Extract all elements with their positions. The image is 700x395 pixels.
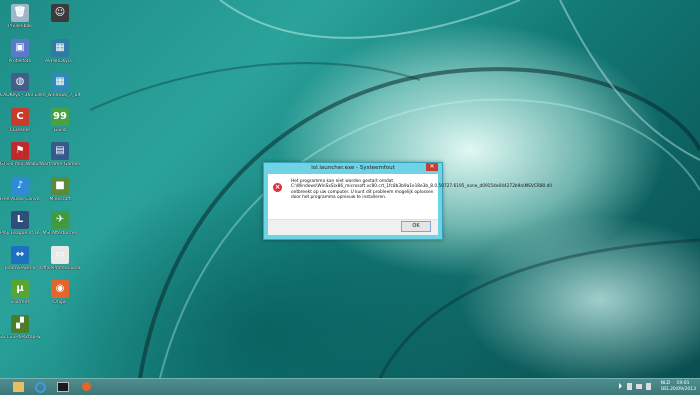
taskbar-internet-explorer-button[interactable] [30, 380, 50, 394]
desktop-icon[interactable]: C CCleaner [0, 107, 40, 133]
input-language-indicator[interactable]: NLD BEL [661, 381, 670, 392]
internet-explorer-icon [34, 382, 46, 393]
dialog-footer: OK [268, 219, 438, 235]
desktop-icon[interactable]: ☺ [40, 4, 80, 24]
desktop-icon-label: CADKeys - 360 Electrical sch... [0, 93, 40, 98]
desktop-icon-image: 🗑 [11, 4, 29, 22]
desktop-icon-image: L [11, 211, 29, 229]
desktop-wallpaper: 🗑 Prullenbak ☺ ▣ Profielfoto ▦ AVPaRDkyu... ◍ CA… [0, 0, 700, 378]
desktop-icon-label: Play League of Legends [0, 231, 40, 236]
desktop-icon[interactable]: ⚑ GTS-0 mini Wallpaper... [0, 142, 40, 167]
dialog-title[interactable]: lol.launcher.exe - Systeemfout [264, 163, 442, 174]
desktop-icon[interactable]: ◉ Origin [40, 280, 80, 305]
desktop-icon[interactable]: ▣ Profielfoto [0, 38, 40, 64]
error-message: Het programma kan niet worden gestart om… [291, 179, 552, 200]
desktop-icon[interactable]: ▦ AVPaRDkyu... [40, 38, 80, 64]
desktop-icon-image: ▦ [51, 73, 69, 91]
desktop-icon-image: ▣ [11, 38, 29, 57]
desktop-icon[interactable]: L Play League of Legends [0, 211, 40, 236]
desktop-icon-label: GTS-0 mini Wallpaper... [0, 162, 40, 167]
desktop-icon-label: en_windows_7_ultim... [40, 93, 80, 98]
desktop-icon-label: 327.23-desktop-w... [0, 334, 40, 340]
desktop-icon-label: Free Audio Converter [0, 196, 40, 202]
dialog-body: × Het programma kan niet worden gestart … [268, 174, 552, 235]
desktop-icon-image: ♪ [11, 176, 29, 195]
desktop-icon-image: ▦ [51, 38, 69, 57]
desktop-icon-image: ◍ [11, 73, 29, 91]
desktop-icon[interactable]: 🗑 Prullenbak [0, 4, 40, 29]
desktop-icon-image: ⚑ [11, 142, 29, 160]
desktop-icon-image: ↔ [11, 245, 29, 264]
desktop-icon-image: ◉ [51, 280, 69, 298]
desktop-icon[interactable]: ◍ CADKeys - 360 Electrical sch... [0, 73, 40, 98]
desktop-icon[interactable]: ↔ TeamViewer 8 [0, 245, 40, 271]
ok-button[interactable]: OK [401, 221, 431, 232]
speaker-icon[interactable] [646, 383, 651, 390]
clock-date: 20/09/2013 [670, 386, 696, 392]
desktop-icon[interactable]: ✈ MSI Afterburner [40, 211, 80, 236]
taskbar: NLD BEL 19:01 20/09/2013 [0, 378, 700, 395]
desktop-icon[interactable]: 99 Giuliz [40, 107, 80, 133]
clock[interactable]: 19:01 20/09/2013 [670, 381, 696, 392]
taskbar-file-explorer-button[interactable] [8, 380, 28, 394]
dialog-close-button[interactable]: ✕ [426, 163, 438, 171]
keyboard-layout: BEL [661, 386, 670, 392]
desktop-icon-label: CCleaner [9, 127, 31, 133]
desktop-icon-label: AVPaRDkyu... [45, 58, 75, 64]
terminal-icon [57, 382, 69, 392]
desktop-icon-image: C [11, 107, 29, 126]
folder-icon [12, 382, 24, 392]
desktop-icon-image: ▤ [51, 142, 69, 160]
desktop-icon-label: OfficeProfessional... [40, 265, 80, 271]
desktop-icon[interactable]: ▭OfficeProfessional... [40, 245, 80, 271]
network-icon[interactable] [636, 384, 642, 389]
desktop-icon-label: Warframe-Gamen... [40, 162, 80, 167]
taskbar-command-prompt-button[interactable] [53, 380, 73, 394]
desktop-icon-label: TeamViewer 8 [4, 265, 36, 271]
desktop-icon-label: Prullenbak [8, 24, 32, 29]
language-code: NLD [660, 381, 670, 386]
error-x-icon: × [273, 183, 282, 192]
desktop-icon-image: ▞ [11, 314, 29, 333]
error-dialog: lol.launcher.exe - Systeemfout ✕ × Het p… [263, 162, 552, 240]
desktop-icon[interactable]: ■ Minecraft [40, 176, 80, 202]
desktop-icon[interactable]: ▤ Warframe-Gamen... [40, 142, 80, 167]
desktop-icon-label: Profielfoto [8, 58, 32, 64]
taskbar-origin-button[interactable] [76, 380, 96, 394]
desktop-icon[interactable]: ▦ en_windows_7_ultim... [40, 73, 80, 98]
desktop-icon-label: MSI Afterburner [42, 231, 78, 236]
desktop-icon[interactable]: ♪Free Audio Converter [0, 176, 40, 202]
desktop-icon-image: ▭ [51, 245, 69, 264]
desktop-icon-label: Giuliz [53, 127, 67, 133]
desktop-icon-label: uTorrent [10, 300, 30, 305]
desktop-icon-image: ✈ [51, 211, 69, 229]
origin-icon [81, 382, 91, 391]
desktop-icon-image: ☺ [51, 4, 69, 22]
desktop-icon-label: Minecraft [49, 196, 71, 202]
flag-icon[interactable] [627, 383, 632, 390]
desktop-icon[interactable]: μ uTorrent [0, 280, 40, 305]
show-hidden-icons-icon[interactable] [619, 383, 622, 389]
desktop-icon-image: μ [11, 280, 29, 298]
desktop-icon-label: Origin [53, 300, 67, 305]
desktop-icon[interactable]: ▞327.23-desktop-w... [0, 314, 40, 340]
desktop-icon-image: ■ [51, 176, 69, 195]
desktop-icon-image: 99 [51, 107, 69, 126]
